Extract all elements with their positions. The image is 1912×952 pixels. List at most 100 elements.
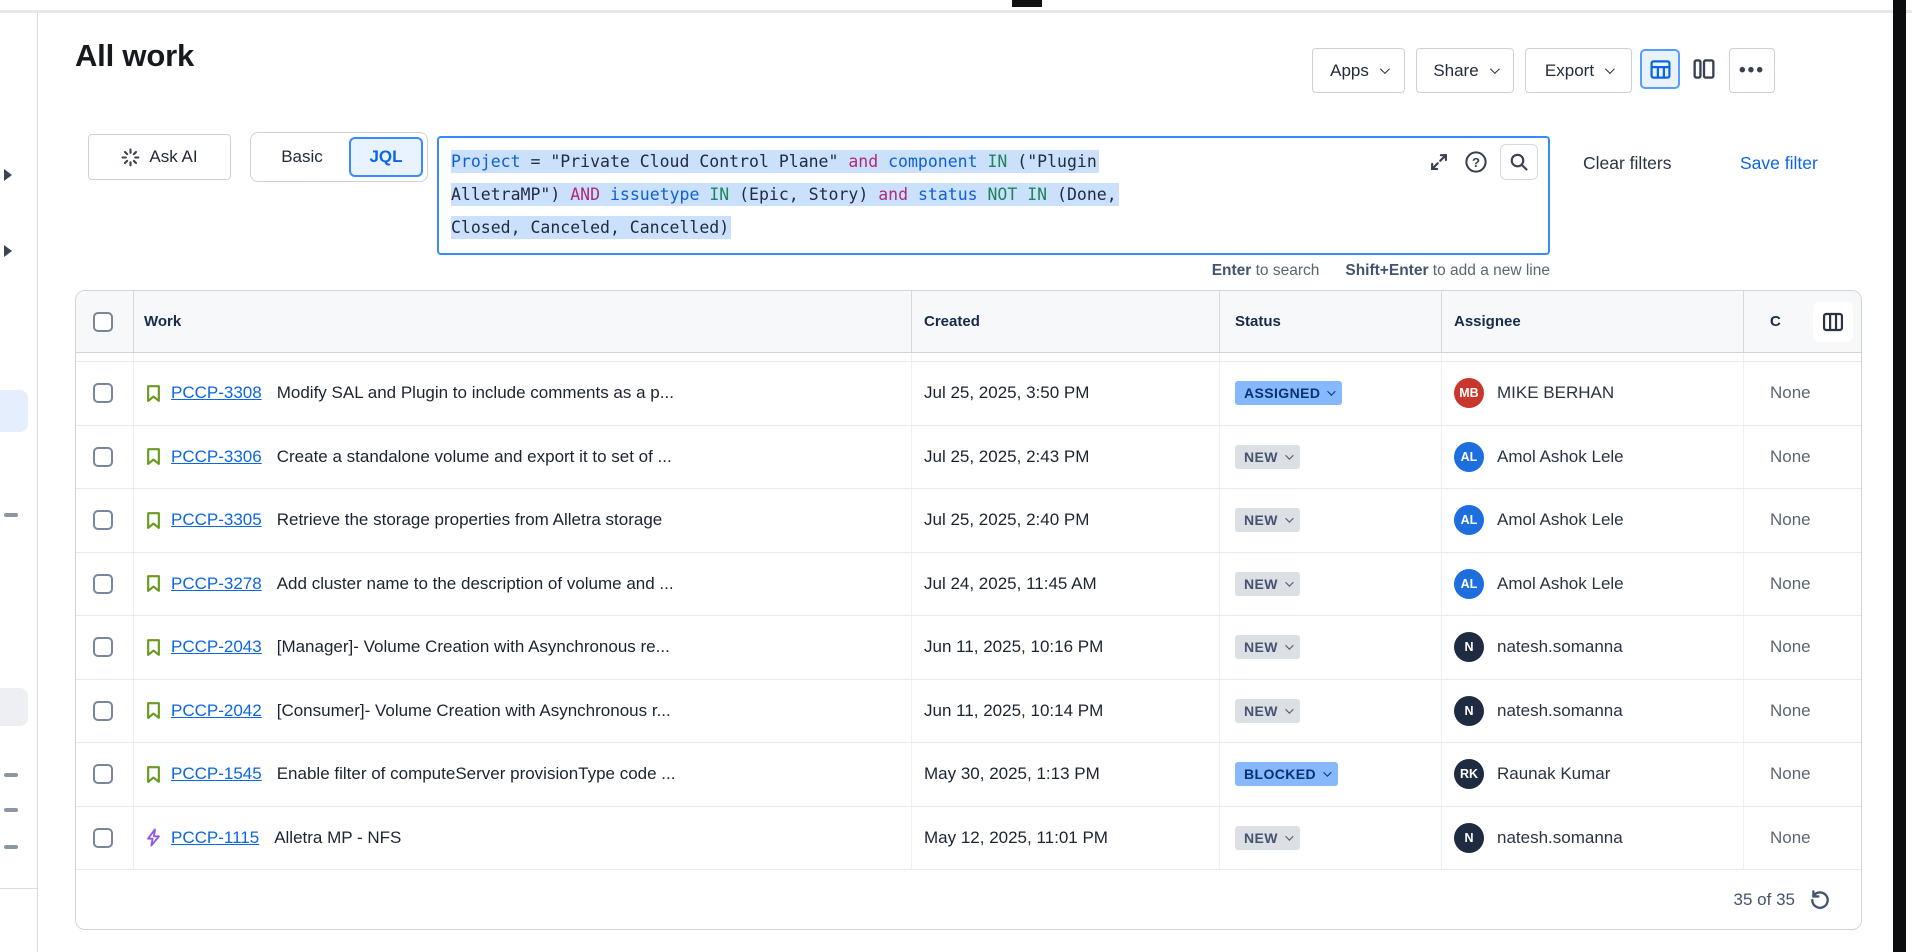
table-row[interactable]: PCCP-3305 Retrieve the storage properties… (76, 489, 1861, 553)
assignee-name: Amol Ashok Lele (1497, 510, 1624, 530)
issue-summary[interactable]: Enable filter of computeServer provision… (277, 764, 676, 784)
status-dropdown[interactable]: NEW (1235, 635, 1300, 659)
issue-summary[interactable]: Retrieve the storage properties from All… (277, 510, 663, 530)
search-icon (1509, 152, 1529, 172)
row-checkbox[interactable] (93, 701, 113, 721)
ask-ai-label: Ask AI (149, 147, 197, 167)
created-date: May 12, 2025, 11:01 PM (924, 828, 1108, 848)
search-hint: Enter to searchShift+Enter to add a new … (1212, 262, 1550, 280)
issue-summary[interactable]: Modify SAL and Plugin to include comment… (277, 383, 674, 403)
apps-label: Apps (1330, 61, 1369, 81)
refresh-button[interactable] (1809, 889, 1831, 911)
save-filter-button[interactable]: Save filter (1740, 153, 1818, 174)
clear-filters-button[interactable]: Clear filters (1583, 153, 1672, 174)
detail-view-button[interactable] (1684, 49, 1724, 89)
truncated-column-value: None (1770, 701, 1811, 721)
hint-shift-key: Shift+Enter (1345, 262, 1428, 279)
truncated-column-value: None (1770, 574, 1811, 594)
epic-lightning-icon (144, 827, 166, 848)
issue-summary[interactable]: [Consumer]- Volume Creation with Asynchr… (277, 701, 671, 721)
table-row[interactable]: PCCP-1545 Enable filter of computeServer … (76, 743, 1861, 807)
sidebar-item-hover[interactable] (0, 688, 28, 726)
jql-query-input[interactable]: Project = "Private Cloud Control Plane" … (437, 136, 1550, 255)
chevron-right-icon[interactable] (4, 169, 12, 181)
issue-summary[interactable]: Create a standalone volume and export it… (277, 447, 672, 467)
table-row[interactable]: PCCP-3278 Add cluster name to the descrip… (76, 553, 1861, 617)
table-row[interactable]: PCCP-3306 Create a standalone volume and … (76, 426, 1861, 490)
side-panel-icon (1693, 58, 1715, 80)
select-all-checkbox[interactable] (93, 312, 113, 332)
ask-ai-button[interactable]: Ask AI (88, 134, 231, 180)
issue-key-link[interactable]: PCCP-3278 (171, 574, 262, 594)
issue-key-link[interactable]: PCCP-3308 (171, 383, 262, 403)
sidebar-item[interactable] (4, 513, 18, 517)
export-dropdown-button[interactable]: Export (1525, 48, 1632, 93)
expand-editor-button[interactable] (1426, 149, 1452, 175)
issue-key-link[interactable]: PCCP-2043 (171, 637, 262, 657)
issue-key-link[interactable]: PCCP-1115 (171, 828, 259, 848)
row-checkbox[interactable] (93, 447, 113, 467)
row-count: 35 of 35 (1734, 890, 1795, 910)
status-dropdown[interactable]: NEW (1235, 445, 1300, 469)
table-body: PCCP-3308 Modify SAL and Plugin to includ… (76, 362, 1861, 870)
issue-key-link[interactable]: PCCP-3305 (171, 510, 262, 530)
created-date: Jul 25, 2025, 2:40 PM (924, 510, 1089, 530)
status-dropdown[interactable]: ASSIGNED (1235, 381, 1342, 405)
expand-icon (1429, 152, 1449, 172)
configure-columns-button[interactable] (1813, 302, 1853, 342)
issue-summary[interactable]: [Manager]- Volume Creation with Asynchro… (277, 637, 670, 657)
status-dropdown[interactable]: NEW (1235, 826, 1300, 850)
more-actions-button[interactable]: ••• (1729, 48, 1775, 93)
status-dropdown[interactable]: BLOCKED (1235, 762, 1338, 786)
apps-dropdown-button[interactable]: Apps (1312, 48, 1405, 93)
issue-key-link[interactable]: PCCP-2042 (171, 701, 262, 721)
jql-mode-tab[interactable]: JQL (349, 137, 423, 177)
assignee-name: Amol Ashok Lele (1497, 447, 1624, 467)
ai-sparkle-icon (121, 148, 140, 167)
status-dropdown[interactable]: NEW (1235, 572, 1300, 596)
row-checkbox[interactable] (93, 510, 113, 530)
sidebar-item[interactable] (4, 845, 18, 849)
row-checkbox[interactable] (93, 828, 113, 848)
issue-summary[interactable]: Add cluster name to the description of v… (277, 574, 674, 594)
refresh-icon (1809, 889, 1831, 911)
sidebar-item[interactable] (4, 773, 18, 777)
column-header-created[interactable]: Created (911, 291, 1219, 352)
list-view-button[interactable] (1640, 49, 1680, 89)
basic-mode-tab[interactable]: Basic (255, 147, 349, 167)
row-checkbox[interactable] (93, 383, 113, 403)
row-checkbox[interactable] (93, 637, 113, 657)
column-header-work[interactable]: Work (133, 291, 911, 352)
story-bookmark-icon (144, 383, 166, 404)
page-title: All work (75, 38, 194, 74)
sidebar-divider (0, 888, 38, 889)
syntax-help-button[interactable]: ? (1463, 149, 1489, 175)
ellipsis-icon: ••• (1739, 60, 1765, 82)
share-label: Share (1433, 61, 1478, 81)
selected-query-text: Project = "Private Cloud Control Plane" … (451, 150, 1099, 173)
story-bookmark-icon (144, 637, 166, 658)
jql-query-text[interactable]: Project = "Private Cloud Control Plane" … (451, 145, 1418, 244)
table-row[interactable]: PCCP-2043 [Manager]- Volume Creation with… (76, 616, 1861, 680)
issue-key-link[interactable]: PCCP-3306 (171, 447, 262, 467)
screen-artifact (1012, 0, 1042, 7)
issue-key-link[interactable]: PCCP-1545 (171, 764, 262, 784)
sidebar-item-selected[interactable] (0, 390, 28, 432)
table-row[interactable]: PCCP-1115 Alletra MP - NFS May 12, 2025, 1… (76, 807, 1861, 871)
table-row[interactable]: PCCP-3308 Modify SAL and Plugin to includ… (76, 362, 1861, 426)
issue-summary[interactable]: Alletra MP - NFS (274, 828, 401, 848)
share-dropdown-button[interactable]: Share (1416, 48, 1514, 93)
assignee-name: natesh.somanna (1497, 828, 1623, 848)
status-dropdown[interactable]: NEW (1235, 508, 1300, 532)
table-row[interactable]: PCCP-2042 [Consumer]- Volume Creation wit… (76, 680, 1861, 744)
sidebar-item[interactable] (4, 808, 18, 812)
run-search-button[interactable] (1500, 144, 1538, 180)
column-header-status[interactable]: Status (1219, 291, 1441, 352)
chevron-right-icon[interactable] (4, 245, 12, 257)
hint-enter-text: to search (1251, 262, 1319, 279)
query-mode-toggle: Basic JQL (250, 132, 428, 182)
row-checkbox[interactable] (93, 574, 113, 594)
column-header-assignee[interactable]: Assignee (1441, 291, 1743, 352)
status-dropdown[interactable]: NEW (1235, 699, 1300, 723)
row-checkbox[interactable] (93, 764, 113, 784)
